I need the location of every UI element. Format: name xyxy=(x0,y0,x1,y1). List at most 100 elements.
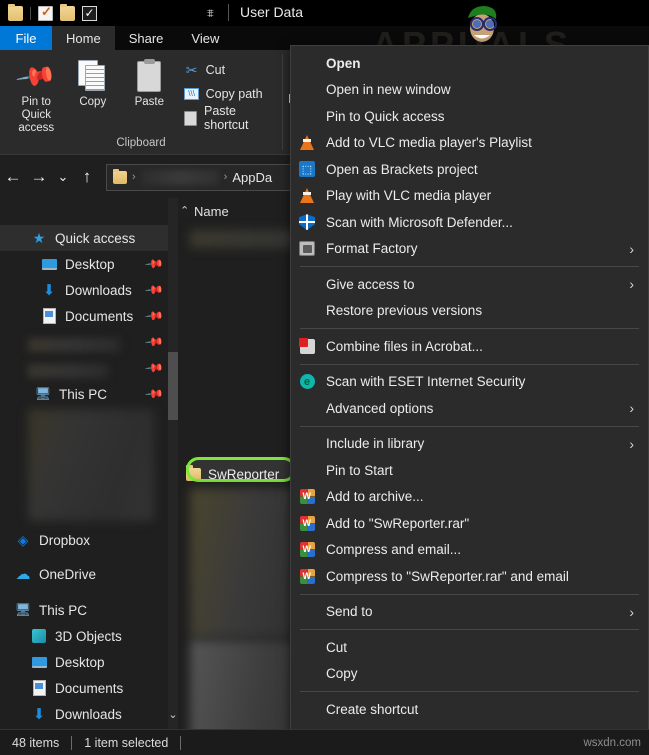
downloads-icon: ⬇ xyxy=(32,706,46,723)
tab-home[interactable]: Home xyxy=(52,26,115,50)
chevron-down-icon[interactable]: ⩨ xyxy=(207,6,214,21)
menu-item-pin-to-quick-access[interactable]: Pin to Quick access xyxy=(291,103,648,130)
menu-item-copy[interactable]: Copy xyxy=(291,661,648,688)
chevron-right-icon: › xyxy=(132,171,136,183)
menu-item-format-factory[interactable]: Format Factory › xyxy=(291,236,648,263)
menu-item-open-in-new-window[interactable]: Open in new window xyxy=(291,77,648,104)
sidebar-scrollbar[interactable] xyxy=(168,198,178,729)
sidebar-blurred-group[interactable] xyxy=(0,409,178,521)
chevron-down-icon[interactable]: ⌄ xyxy=(168,708,178,721)
brackets-icon: ⬚ xyxy=(298,160,316,178)
divider xyxy=(282,54,283,150)
paste-shortcut-button[interactable]: Paste shortcut xyxy=(184,104,282,132)
tab-file[interactable]: File xyxy=(0,26,52,50)
checkbox-icon[interactable]: ✓ xyxy=(82,5,97,21)
copy-icon xyxy=(77,60,108,92)
sidebar-item-dropbox[interactable]: ◈ Dropbox xyxy=(0,527,178,553)
recent-locations-chevron-down-icon[interactable]: ⌄ xyxy=(52,164,74,190)
menu-item-restore-previous-versions[interactable]: Restore previous versions xyxy=(291,298,648,325)
spacer-icon xyxy=(298,461,316,479)
menu-item-give-access-to[interactable]: Give access to › xyxy=(291,271,648,298)
copy-path-button[interactable]: \\\ Copy path xyxy=(184,82,282,106)
menu-item-label: Add to archive... xyxy=(326,489,424,505)
sidebar-item-desktop-pc[interactable]: Desktop xyxy=(0,649,178,675)
checklist-document-icon[interactable] xyxy=(38,4,53,21)
scissors-icon: ✂ xyxy=(185,61,198,78)
copy-button[interactable]: Copy xyxy=(65,56,122,109)
pin-icon: 📌 xyxy=(144,331,165,353)
menu-item-label: Play with VLC media player xyxy=(326,188,492,204)
sidebar-item-label: Documents xyxy=(55,680,124,696)
breadcrumb-segment-appdata[interactable]: AppDa xyxy=(232,170,272,185)
menu-item-compress-and-email[interactable]: Compress and email... xyxy=(291,537,648,564)
menu-item-label: Copy xyxy=(326,666,358,682)
pin-to-quick-access-button[interactable]: 📌 Pin to Quick access xyxy=(8,54,65,135)
chevron-right-icon: › xyxy=(629,400,634,417)
winrar-icon xyxy=(298,488,316,506)
sidebar-item-this-pc[interactable]: 🖥 This PC 📌 xyxy=(0,381,178,407)
menu-item-pin-to-start[interactable]: Pin to Start xyxy=(291,457,648,484)
menu-item-cut[interactable]: Cut xyxy=(291,634,648,661)
menu-item-label: Compress and email... xyxy=(326,542,462,558)
menu-separator xyxy=(300,363,639,365)
pin-icon: 📌 xyxy=(14,54,59,98)
menu-item-scan-with-eset[interactable]: e Scan with ESET Internet Security xyxy=(291,369,648,396)
sidebar-item-label: Documents xyxy=(65,308,134,324)
back-arrow-icon[interactable]: ← xyxy=(0,164,26,190)
menu-item-label: Cut xyxy=(326,639,348,655)
menu-separator xyxy=(300,425,639,427)
menu-item-create-shortcut[interactable]: Create shortcut xyxy=(291,696,648,723)
sidebar-item-quick-access[interactable]: ★ Quick access xyxy=(0,225,178,251)
sidebar-item-downloads[interactable]: ⬇ Downloads 📌 xyxy=(0,277,178,303)
menu-item-scan-with-microsoft-defender[interactable]: Scan with Microsoft Defender... xyxy=(291,209,648,236)
quick-access-toolbar: ✓ xyxy=(0,3,97,21)
sidebar-item-downloads-pc[interactable]: ⬇ Downloads xyxy=(0,701,178,727)
sidebar-item-3d-objects[interactable]: 3D Objects xyxy=(0,623,178,649)
downloads-icon: ⬇ xyxy=(42,282,56,299)
sidebar-item-desktop[interactable]: Desktop 📌 xyxy=(0,251,178,277)
cut-button[interactable]: ✂ Cut xyxy=(184,58,282,82)
menu-item-add-to-archive[interactable]: Add to archive... xyxy=(291,484,648,511)
folder-icon[interactable] xyxy=(60,3,75,21)
sidebar-item-documents[interactable]: Documents 📌 xyxy=(0,303,178,329)
breadcrumb-segment-blurred[interactable] xyxy=(140,169,219,185)
sidebar-item-this-pc-root[interactable]: 🖥 This PC xyxy=(0,597,178,623)
menu-item-advanced-options[interactable]: Advanced options › xyxy=(291,395,648,422)
menu-item-open-as-brackets-project[interactable]: ⬚ Open as Brackets project xyxy=(291,156,648,183)
menu-item-play-with-vlc[interactable]: Play with VLC media player xyxy=(291,183,648,210)
menu-item-label: Open xyxy=(326,55,361,71)
sidebar-item-documents-pc[interactable]: Documents xyxy=(0,675,178,701)
paste-button[interactable]: Paste xyxy=(121,56,178,109)
sidebar-item-label: OneDrive xyxy=(39,566,97,582)
menu-item-send-to[interactable]: Send to › xyxy=(291,599,648,626)
winrar-icon xyxy=(298,567,316,585)
menu-item-open[interactable]: Open xyxy=(291,50,648,77)
tab-view[interactable]: View xyxy=(177,26,233,50)
sidebar-item-label: Desktop xyxy=(65,256,115,272)
chevron-right-icon: › xyxy=(629,276,634,293)
sidebar-item-label: Downloads xyxy=(65,282,132,298)
menu-item-add-to-vlc-playlist[interactable]: Add to VLC media player's Playlist xyxy=(291,130,648,157)
menu-item-label: Compress to "SwReporter.rar" and email xyxy=(326,568,569,584)
menu-item-compress-to-swreporter-rar-and-email[interactable]: Compress to "SwReporter.rar" and email xyxy=(291,563,648,590)
forward-arrow-icon[interactable]: → xyxy=(26,164,52,190)
up-arrow-icon[interactable]: ↑ xyxy=(74,164,100,190)
paste-label: Paste xyxy=(134,96,165,108)
scrollbar-thumb[interactable] xyxy=(168,352,178,420)
menu-item-label: Scan with ESET Internet Security xyxy=(326,374,526,390)
pin-icon: 📌 xyxy=(144,357,165,379)
tab-share[interactable]: Share xyxy=(115,26,178,50)
folder-icon[interactable] xyxy=(8,3,23,21)
window-title: User Data xyxy=(240,4,304,20)
spacer-icon xyxy=(298,399,316,417)
spacer-icon xyxy=(298,54,316,72)
sidebar-item-blurred[interactable]: 📌 xyxy=(0,355,178,381)
winrar-icon xyxy=(298,514,316,532)
sidebar-item-blurred[interactable]: 📌 xyxy=(0,329,178,355)
sidebar-item-label: 3D Objects xyxy=(55,628,122,644)
sidebar-item-onedrive[interactable]: ☁ OneDrive xyxy=(0,561,178,587)
menu-item-label: Give access to xyxy=(326,276,415,292)
menu-item-combine-files-in-acrobat[interactable]: Combine files in Acrobat... xyxy=(291,333,648,360)
menu-item-include-in-library[interactable]: Include in library › xyxy=(291,431,648,458)
menu-item-add-to-swreporter-rar[interactable]: Add to "SwReporter.rar" xyxy=(291,510,648,537)
